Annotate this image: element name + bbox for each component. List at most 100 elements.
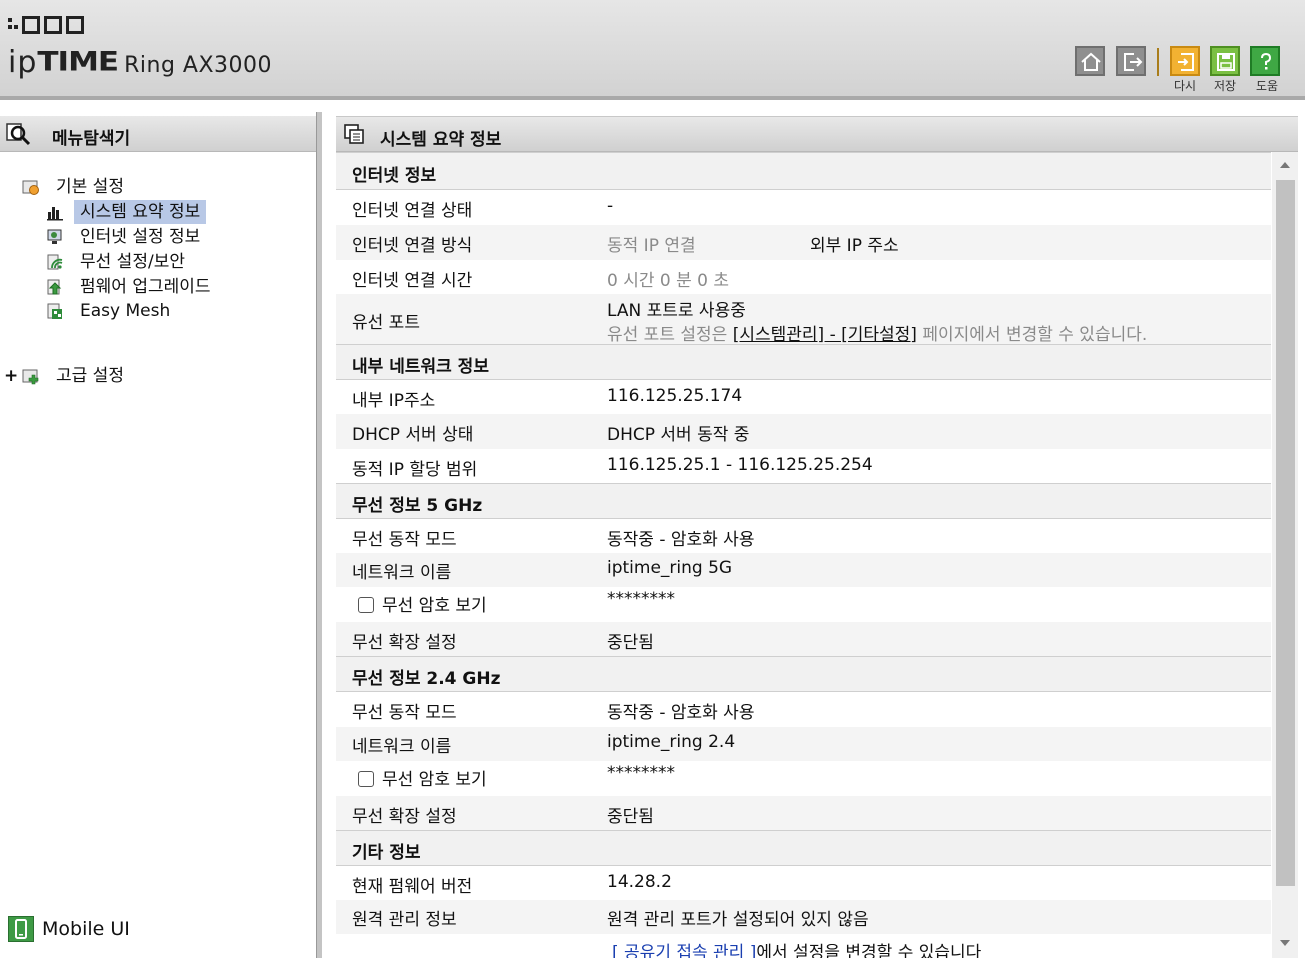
table-row: 동적 IP 할당 범위 116.125.25.1 - 116.125.25.25… (336, 449, 1271, 483)
logo-square-icon (66, 16, 84, 34)
tree-item-label: 시스템 요약 정보 (74, 200, 207, 224)
row-key: 무선 동작 모드 (352, 530, 457, 550)
row-key: 내부 IP주소 (352, 391, 436, 411)
mobile-phone-icon (8, 916, 34, 942)
table-row: 무선 확장 설정 중단됨 (336, 622, 1271, 656)
row-value: 동적 IP 연결 (607, 236, 696, 256)
row-key: 인터넷 연결 상태 (352, 201, 473, 221)
row-key: 유선 포트 (352, 313, 420, 333)
logo-square-icon (22, 16, 40, 34)
row-key: 무선 확장 설정 (352, 807, 457, 827)
tree-item-label: Easy Mesh (80, 301, 171, 321)
expand-toggle[interactable]: + (4, 364, 18, 388)
password-value: ******** (607, 589, 675, 609)
wireless-icon (47, 254, 63, 270)
folder-plus-icon (22, 369, 39, 385)
tree-basic-settings-label: 기본 설정 (56, 177, 124, 197)
section-title: 무선 정보 2.4 GHz (352, 669, 501, 689)
magnifier-icon (6, 123, 31, 146)
table-row: 내부 IP주소 116.125.25.174 (336, 380, 1271, 414)
row-key: 인터넷 연결 방식 (352, 236, 473, 256)
row-value: 원격 관리 포트가 설정되어 있지 않음 (607, 910, 869, 930)
refresh-button[interactable] (1170, 46, 1200, 76)
section-lan: 내부 네트워크 정보 (336, 344, 1271, 380)
hint-text: 에서 설정을 변경할 수 있습니다 (756, 943, 982, 958)
row-value: 116.125.25.174 (607, 386, 743, 406)
model-name: Ring AX3000 (124, 53, 273, 78)
section-title: 인터넷 정보 (352, 166, 437, 186)
panel-splitter[interactable] (316, 112, 322, 958)
section-wifi-24ghz: 무선 정보 2.4 GHz (336, 656, 1271, 692)
table-row: 무선 동작 모드 동작중 - 암호화 사용 (336, 519, 1271, 553)
brand-ip: ip (8, 45, 38, 80)
row-key: 무선 암호 보기 (382, 770, 487, 790)
table-row: [ 공유기 접속 관리 ]에서 설정을 변경할 수 있습니다 (336, 934, 1271, 958)
help-label: 도움 (1255, 79, 1279, 93)
scroll-down-arrow-icon[interactable] (1280, 940, 1290, 946)
row-key: 무선 동작 모드 (352, 703, 457, 723)
menu-explorer-title: 메뉴탐색기 (52, 129, 131, 149)
help-button[interactable] (1250, 46, 1280, 76)
row-key: 네트워크 이름 (352, 737, 452, 757)
menu-explorer-titlebar: 메뉴탐색기 (0, 116, 316, 152)
section-wifi-5ghz: 무선 정보 5 GHz (336, 483, 1271, 519)
mobile-ui-label: Mobile UI (42, 918, 130, 940)
refresh-label: 다시 (1173, 79, 1197, 93)
row-value: DHCP 서버 동작 중 (607, 425, 750, 445)
password-value: ******** (607, 763, 675, 783)
system-admin-link[interactable]: [시스템관리] - [기타설정] (733, 325, 917, 345)
header: ipTIME Ring AX3000 다시 저장 도움 (0, 0, 1305, 100)
section-title: 기타 정보 (352, 843, 421, 863)
table-row: 무선 동작 모드 동작중 - 암호화 사용 (336, 692, 1271, 727)
tree-advanced-settings-label: 고급 설정 (56, 366, 124, 386)
page-title: 시스템 요약 정보 (380, 130, 502, 150)
section-title: 무선 정보 5 GHz (352, 496, 483, 516)
brand-time: TIME (37, 46, 119, 78)
hint-text: 페이지에서 변경할 수 있습니다. (916, 325, 1148, 345)
row-key: 현재 펌웨어 버전 (352, 877, 473, 897)
section-title: 내부 네트워크 정보 (352, 357, 489, 377)
router-access-link[interactable]: [ 공유기 접속 관리 ] (612, 943, 756, 958)
show-password-5g-checkbox[interactable] (358, 597, 374, 613)
monitor-globe-icon (47, 229, 62, 244)
summary-table: 인터넷 정보 인터넷 연결 상태 - 인터넷 연결 방식 동적 IP 연결 외부… (336, 152, 1271, 958)
show-password-24g-checkbox[interactable] (358, 771, 374, 787)
brand-logo: ipTIME Ring AX3000 (8, 44, 272, 80)
table-row: 무선 암호 보기 ******** (336, 761, 1271, 796)
tree-item-label: 펌웨어 업그레이드 (80, 277, 211, 297)
table-row: 인터넷 연결 상태 - (336, 190, 1271, 225)
scroll-up-arrow-icon[interactable] (1280, 162, 1290, 168)
table-row: 인터넷 연결 시간 0 시간 0 분 0 초 (336, 260, 1271, 294)
row-key: 무선 암호 보기 (382, 596, 487, 616)
folder-settings-icon (22, 180, 39, 195)
row-key: 동적 IP 할당 범위 (352, 460, 478, 480)
external-ip-label: 외부 IP 주소 (810, 236, 899, 256)
wired-port-hint: 유선 포트 설정은 [시스템관리] - [기타설정] 페이지에서 변경할 수 있… (607, 320, 1147, 345)
tree-item-label: 무선 설정/보안 (80, 252, 185, 272)
table-row: 현재 펌웨어 버전 14.28.2 (336, 866, 1271, 900)
section-etc: 기타 정보 (336, 830, 1271, 866)
home-icon (1081, 52, 1101, 71)
table-row: 무선 암호 보기 ******** (336, 587, 1271, 622)
row-value: - (607, 196, 614, 216)
content-panel: 시스템 요약 정보 인터넷 정보 인터넷 연결 상태 - 인터넷 연결 방식 동… (336, 116, 1298, 958)
home-button[interactable] (1075, 46, 1105, 76)
toolbar-separator (1157, 48, 1159, 76)
remote-hint: [ 공유기 접속 관리 ]에서 설정을 변경할 수 있습니다 (612, 938, 981, 958)
save-button[interactable] (1210, 46, 1240, 76)
row-key: 인터넷 연결 시간 (352, 271, 473, 291)
table-row: 유선 포트 LAN 포트로 사용중 유선 포트 설정은 [시스템관리] - [기… (336, 294, 1271, 345)
row-value: 0 시간 0 분 0 초 (607, 271, 730, 291)
row-key: 네트워크 이름 (352, 563, 452, 583)
menu-explorer-panel: 메뉴탐색기 기본 설정 시스템 요약 정보 인터넷 설정 정보 무선 설정/보안 (0, 116, 316, 958)
firmware-upgrade-icon (47, 279, 62, 295)
row-value: 동작중 - 암호화 사용 (607, 530, 755, 550)
logout-button[interactable] (1116, 46, 1146, 76)
row-key: DHCP 서버 상태 (352, 425, 474, 445)
vertical-scrollbar[interactable] (1272, 152, 1298, 958)
mesh-icon (47, 303, 62, 319)
table-row: DHCP 서버 상태 DHCP 서버 동작 중 (336, 414, 1271, 449)
scroll-thumb[interactable] (1276, 180, 1295, 886)
refresh-icon (1178, 53, 1194, 71)
logo-dots-icon (8, 18, 18, 34)
